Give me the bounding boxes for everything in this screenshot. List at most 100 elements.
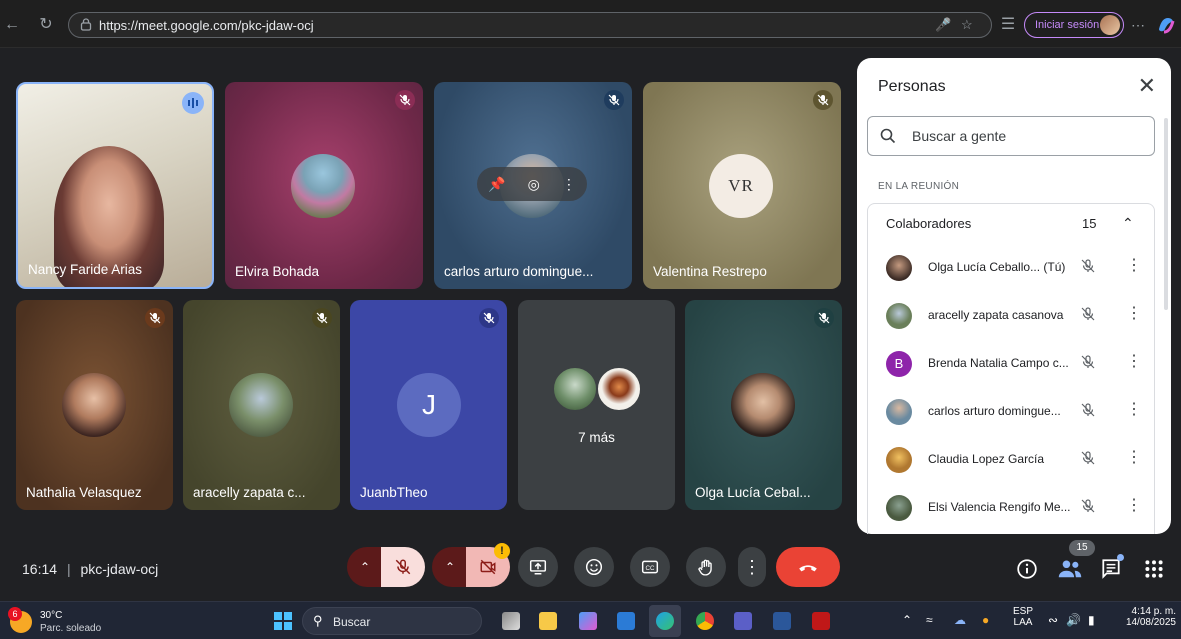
more-icon[interactable]: ⋯ xyxy=(1128,15,1148,35)
audio-options-button[interactable]: ⌃ xyxy=(347,547,383,587)
copilot-app-icon[interactable] xyxy=(579,612,597,630)
favorite-star-icon[interactable]: ☆ xyxy=(961,17,973,33)
captions-button[interactable]: CC xyxy=(630,547,670,587)
language-indicator[interactable]: ESP LAA xyxy=(1010,606,1036,628)
participant-name: carlos arturo domingue... xyxy=(444,264,594,279)
meeting-control-bar: 16:14 | pkc-jdaw-ocj ⌃ ⌃ ! CC ⋮ 15 xyxy=(0,540,1181,596)
more-vert-icon[interactable]: ⋮ xyxy=(1126,401,1142,419)
captions-icon: CC xyxy=(641,560,659,574)
close-icon[interactable]: ✕ xyxy=(1138,75,1156,97)
participant-tile[interactable]: Nancy Faride Arias xyxy=(16,82,214,289)
more-participants-tile[interactable]: 7 más xyxy=(518,300,675,510)
tile-overlay-controls: 📌 ◎ ⋮ xyxy=(477,167,587,201)
clock[interactable]: 4:14 p. m. 14/08/2025 xyxy=(1118,606,1176,628)
participant-tile[interactable]: VR Valentina Restrepo xyxy=(643,82,841,289)
participant-list: Olga Lucía Ceballo... (Tú) ⋮ aracelly za… xyxy=(867,243,1155,534)
list-item[interactable]: carlos arturo domingue... ⋮ xyxy=(868,387,1154,435)
microphone-toggle-button[interactable] xyxy=(381,547,425,587)
avatar xyxy=(886,399,912,425)
chevron-up-icon[interactable]: ⌃ xyxy=(1122,215,1134,232)
start-button[interactable] xyxy=(274,612,292,630)
battery-icon[interactable]: ▮ xyxy=(1088,613,1095,627)
more-options-button[interactable]: ⋮ xyxy=(738,547,766,587)
edge-icon[interactable] xyxy=(656,612,674,630)
participant-tile[interactable]: Nathalia Velasquez xyxy=(16,300,173,510)
volume-icon[interactable]: 🔊 xyxy=(1066,613,1081,627)
list-item[interactable]: aracelly zapata casanova ⋮ xyxy=(868,291,1154,339)
raise-hand-button[interactable] xyxy=(686,547,726,587)
taskbar-search[interactable]: ⚲ Buscar xyxy=(302,607,482,635)
pin-icon[interactable]: 📌 xyxy=(488,176,505,193)
search-placeholder: Buscar a gente xyxy=(912,128,1007,144)
list-item[interactable]: Elsi Valencia Rengifo Me... ⋮ xyxy=(868,483,1154,531)
list-item[interactable]: Claudia Lopez García ⋮ xyxy=(868,435,1154,483)
participant-name: carlos arturo domingue... xyxy=(928,404,1061,418)
apps-grid-icon xyxy=(1145,560,1163,578)
info-icon xyxy=(1017,559,1037,579)
panel-scrollbar[interactable] xyxy=(1164,118,1168,310)
onedrive-tray-icon[interactable]: ☁ xyxy=(954,613,966,627)
participant-avatar xyxy=(596,366,642,412)
chat-button[interactable] xyxy=(1100,554,1124,580)
video-options-button[interactable]: ⌃ xyxy=(432,547,468,587)
mcafee-icon[interactable] xyxy=(812,612,830,630)
microphone-indicator-icon[interactable]: 🎤 xyxy=(935,17,951,33)
show-hidden-icons[interactable]: ⌃ xyxy=(902,613,912,627)
reactions-button[interactable] xyxy=(574,547,614,587)
language-top: ESP xyxy=(1012,606,1033,617)
back-icon[interactable]: ← xyxy=(2,15,22,35)
svg-text:CC: CC xyxy=(646,565,655,572)
word-icon[interactable] xyxy=(773,612,791,630)
participant-tile[interactable]: aracelly zapata c... xyxy=(183,300,340,510)
group-label: Colaboradores xyxy=(886,216,972,231)
list-item[interactable]: B Brenda Natalia Campo c... ⋮ xyxy=(868,339,1154,387)
file-explorer-icon[interactable] xyxy=(539,612,557,630)
activities-button[interactable] xyxy=(1143,558,1165,580)
weather-temp: 30°C xyxy=(40,610,63,621)
more-vert-icon[interactable]: ⋮ xyxy=(1126,497,1142,515)
microphone-tray-icon[interactable]: ● xyxy=(982,613,989,627)
present-screen-button[interactable] xyxy=(518,547,558,587)
participant-tile[interactable]: Olga Lucía Cebal... xyxy=(685,300,842,510)
copilot-icon[interactable] xyxy=(1156,15,1176,35)
participant-tile[interactable]: Elvira Bohada xyxy=(225,82,423,289)
signin-button[interactable]: Iniciar sesión xyxy=(1024,12,1124,38)
more-vert-icon[interactable]: ⋮ xyxy=(1126,353,1142,371)
speaking-indicator-icon xyxy=(182,92,204,114)
participant-name: aracelly zapata casanova xyxy=(928,308,1064,322)
collaborators-group-header[interactable]: Colaboradores 15 ⌃ xyxy=(867,203,1155,243)
mic-off-icon xyxy=(813,90,833,110)
more-vert-icon[interactable]: ⋮ xyxy=(562,176,576,193)
more-vert-icon[interactable]: ⋮ xyxy=(1126,257,1142,275)
weather-desc: Parc. soleado xyxy=(40,623,102,634)
participant-name: Brenda Natalia Campo c... xyxy=(928,356,1069,370)
language-bottom: LAA xyxy=(1013,617,1033,628)
more-vert-icon[interactable]: ⋮ xyxy=(1126,449,1142,467)
taskbar-search-label: Buscar xyxy=(333,615,371,629)
meeting-details-button[interactable] xyxy=(1016,558,1038,580)
participant-tile[interactable]: J JuanbTheo xyxy=(350,300,507,510)
mic-off-icon xyxy=(395,90,415,110)
search-input[interactable]: Buscar a gente xyxy=(867,116,1155,156)
list-item[interactable]: Olga Lucía Ceballo... (Tú) ⋮ xyxy=(868,243,1154,291)
weather-widget[interactable]: 6 30°C Parc. soleado xyxy=(6,605,116,637)
participant-tile[interactable]: 📌 ◎ ⋮ carlos arturo domingue... xyxy=(434,82,632,289)
leave-call-button[interactable] xyxy=(776,547,840,587)
mic-off-icon xyxy=(395,559,411,575)
meeting-time: 16:14 xyxy=(22,561,58,577)
favorites-icon[interactable]: ☰ xyxy=(998,15,1018,35)
clock-date: 14/08/2025 xyxy=(1125,617,1176,628)
participant-name: Olga Lucía Ceballo... (Tú) xyxy=(928,260,1066,274)
store-icon[interactable] xyxy=(617,612,635,630)
teams-icon[interactable] xyxy=(734,612,752,630)
reload-icon[interactable]: ↻ xyxy=(36,15,56,35)
task-view-icon[interactable] xyxy=(502,612,520,630)
people-button[interactable] xyxy=(1057,558,1083,580)
address-bar[interactable]: https://meet.google.com/pkc-jdaw-ocj 🎤 ☆ xyxy=(68,12,992,38)
more-vert-icon[interactable]: ⋮ xyxy=(1126,305,1142,323)
chrome-icon[interactable] xyxy=(696,612,714,630)
wifi-icon[interactable]: ∾ xyxy=(1048,613,1058,627)
mute-participant-icon[interactable]: ◎ xyxy=(528,176,540,193)
browser-toolbar: ← ↻ https://meet.google.com/pkc-jdaw-ocj… xyxy=(0,0,1181,48)
network-tray-icon[interactable]: ≈ xyxy=(926,613,933,627)
